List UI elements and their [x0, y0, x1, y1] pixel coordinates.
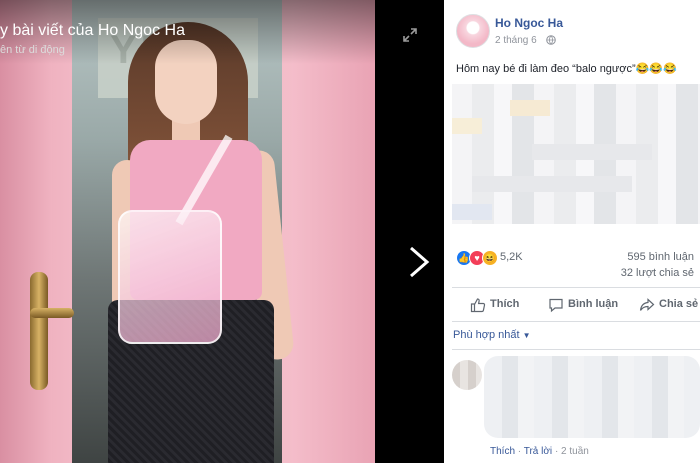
- blur-segment: [472, 176, 632, 192]
- reactions-count[interactable]: 5,2K: [500, 251, 523, 263]
- haha-reaction-icon: 😆: [482, 250, 498, 266]
- comment-sort-dropdown[interactable]: Phù hợp nhất ▼: [453, 329, 531, 341]
- transparent-backpack: [118, 210, 222, 344]
- blur-segment: [452, 118, 482, 134]
- comment-bubble-blurred: [484, 356, 700, 438]
- like-label: Thích: [490, 298, 520, 310]
- comment-time[interactable]: 2 tuần: [561, 446, 589, 457]
- globe-icon: [546, 35, 556, 45]
- shares-count[interactable]: 32 lượt chia sẻ: [621, 267, 694, 279]
- viewer-caption-overlay: y bài viết của Ho Ngoc Ha ên từ di động: [0, 0, 375, 64]
- comment-label: Bình luận: [568, 298, 619, 310]
- post-header: Ho Ngoc Ha 2 tháng 6: [444, 0, 700, 60]
- comment-button[interactable]: Bình luận: [548, 295, 628, 315]
- photo-viewer: YEN y bài viết của Ho Ngoc Ha ên từ di đ…: [0, 0, 444, 463]
- door-frame-left: [0, 0, 52, 463]
- next-arrow-icon[interactable]: [405, 244, 433, 280]
- author-name[interactable]: Ho Ngoc Ha: [495, 16, 563, 30]
- divider: [452, 349, 700, 350]
- comment-meta: Thích · Trả lời · 2 tuần: [490, 446, 589, 457]
- author-avatar[interactable]: [456, 14, 490, 48]
- share-button[interactable]: Chia sẻ: [639, 295, 700, 315]
- post-text: Hôm nay bé đi làm đeo “balo ngược”😂😂😂: [456, 63, 677, 75]
- chevron-down-icon: ▼: [522, 331, 531, 340]
- door-handle-bar: [30, 308, 74, 318]
- blur-segment: [532, 144, 652, 160]
- blur-segment: [452, 204, 492, 220]
- comment-sort-label: Phù hợp nhất: [453, 329, 520, 341]
- post-sidebar: Ho Ngoc Ha 2 tháng 6 Hôm nay bé đi làm đ…: [444, 0, 700, 463]
- like-icon: [470, 298, 486, 313]
- viewer-subtitle: ên từ di động: [0, 44, 65, 56]
- comment-icon: [549, 298, 563, 313]
- share-icon: [639, 298, 655, 311]
- divider: [452, 287, 700, 288]
- expand-icon[interactable]: [402, 27, 418, 43]
- comment-like-link[interactable]: Thích: [490, 446, 515, 457]
- comment-reply-link[interactable]: Trả lời: [524, 446, 552, 457]
- blur-segment: [510, 100, 550, 116]
- blurred-post-content: [452, 84, 700, 224]
- commenter-avatar[interactable]: [452, 360, 482, 390]
- comments-count[interactable]: 595 bình luận: [627, 251, 694, 263]
- door-handle: [30, 272, 48, 390]
- like-button[interactable]: Thích: [470, 295, 540, 315]
- divider: [452, 321, 700, 322]
- viewer-title[interactable]: y bài viết của Ho Ngoc Ha: [0, 22, 185, 40]
- share-label: Chia sẻ: [659, 298, 699, 310]
- post-time[interactable]: 2 tháng 6: [495, 35, 537, 46]
- door-frame-right: [292, 0, 375, 463]
- post-photo[interactable]: YEN y bài viết của Ho Ngoc Ha ên từ di đ…: [0, 0, 375, 463]
